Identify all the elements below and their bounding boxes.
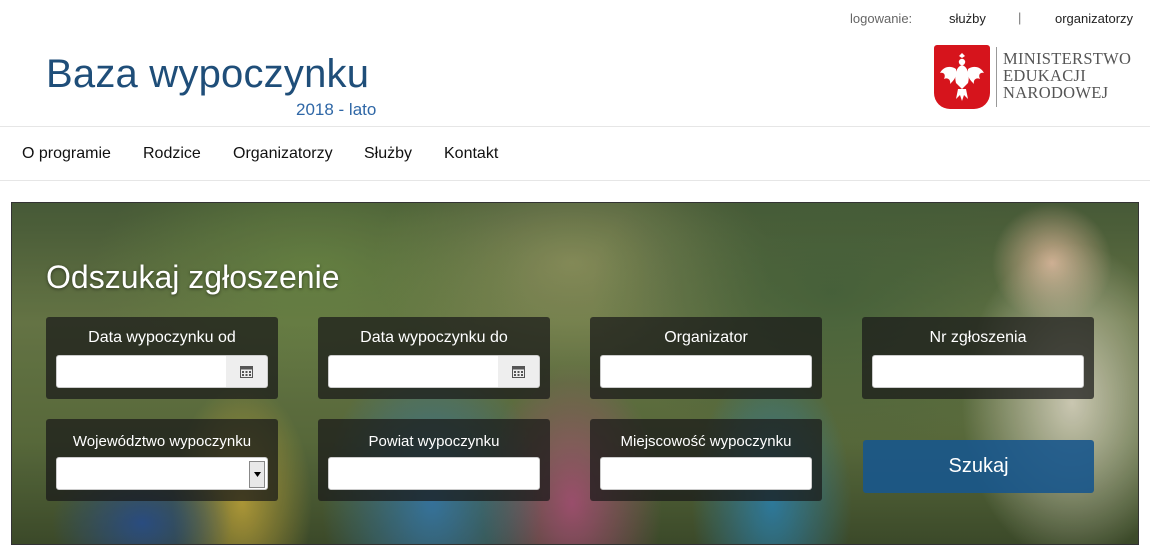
- search-hero: Odszukaj zgłoszenie Data wypoczynku od D…: [11, 202, 1139, 545]
- search-title: Odszukaj zgłoszenie: [46, 259, 340, 295]
- eagle-emblem-icon: [934, 45, 990, 109]
- locality-input[interactable]: [600, 457, 812, 490]
- top-bar: logowanie: służby | organizatorzy: [0, 0, 1150, 40]
- voivodeship-select[interactable]: [56, 457, 268, 490]
- calendar-icon: [240, 366, 253, 378]
- calendar-icon: [512, 366, 525, 378]
- nav-item-kontakt[interactable]: Kontakt: [444, 145, 498, 163]
- date-from-box: Data wypoczynku od: [46, 317, 278, 399]
- nav-item-rodzice[interactable]: Rodzice: [143, 145, 201, 163]
- main-nav: O programie Rodzice Organizatorzy Służby…: [0, 127, 1150, 181]
- number-label: Nr zgłoszenia: [929, 329, 1027, 346]
- nav-item-o-programie[interactable]: O programie: [22, 145, 111, 163]
- ministry-logo[interactable]: MINISTERSTWO EDUKACJI NARODOWEJ: [934, 45, 1144, 111]
- organizer-label: Organizator: [664, 329, 748, 346]
- number-box: Nr zgłoszenia: [862, 317, 1094, 399]
- date-to-label: Data wypoczynku do: [360, 329, 508, 346]
- ministry-name: MINISTERSTWO EDUKACJI NARODOWEJ: [1003, 50, 1131, 101]
- organizer-box: Organizator: [590, 317, 822, 399]
- login-label: logowanie:: [850, 11, 913, 26]
- date-to-box: Data wypoczynku do: [318, 317, 550, 399]
- locality-box: Miejscowość wypoczynku: [590, 419, 822, 501]
- search-button[interactable]: Szukaj: [863, 440, 1094, 493]
- nav-item-organizatorzy[interactable]: Organizatorzy: [233, 145, 333, 163]
- ministry-name-line2: EDUKACJI: [1003, 66, 1087, 85]
- caret-down-icon: [253, 472, 261, 477]
- nav-item-sluzby[interactable]: Służby: [364, 145, 412, 163]
- voivodeship-box: Województwo wypoczynku: [46, 419, 278, 501]
- site-title[interactable]: Baza wypoczynku: [46, 52, 369, 97]
- dropdown-arrow-button[interactable]: [249, 461, 265, 488]
- voivodeship-label: Województwo wypoczynku: [72, 433, 252, 450]
- number-input[interactable]: [872, 355, 1084, 388]
- county-box: Powiat wypoczynku: [318, 419, 550, 501]
- locality-label: Miejscowość wypoczynku: [620, 433, 792, 450]
- organizer-input[interactable]: [600, 355, 812, 388]
- login-organizers-link[interactable]: organizatorzy: [1055, 11, 1133, 26]
- ministry-name-line3: NARODOWEJ: [1003, 83, 1109, 102]
- login-services-link[interactable]: służby: [949, 11, 986, 26]
- date-from-label: Data wypoczynku od: [88, 329, 236, 346]
- logo-divider: [996, 47, 997, 107]
- date-to-input[interactable]: [328, 355, 499, 388]
- site-subtitle: 2018 - lato: [296, 100, 377, 119]
- top-separator: |: [1018, 10, 1022, 25]
- ministry-name-line1: MINISTERSTWO: [1003, 49, 1132, 68]
- county-input[interactable]: [328, 457, 540, 490]
- date-from-input[interactable]: [56, 355, 227, 388]
- date-from-calendar-button[interactable]: [226, 355, 268, 388]
- county-label: Powiat wypoczynku: [368, 433, 500, 450]
- date-to-calendar-button[interactable]: [498, 355, 540, 388]
